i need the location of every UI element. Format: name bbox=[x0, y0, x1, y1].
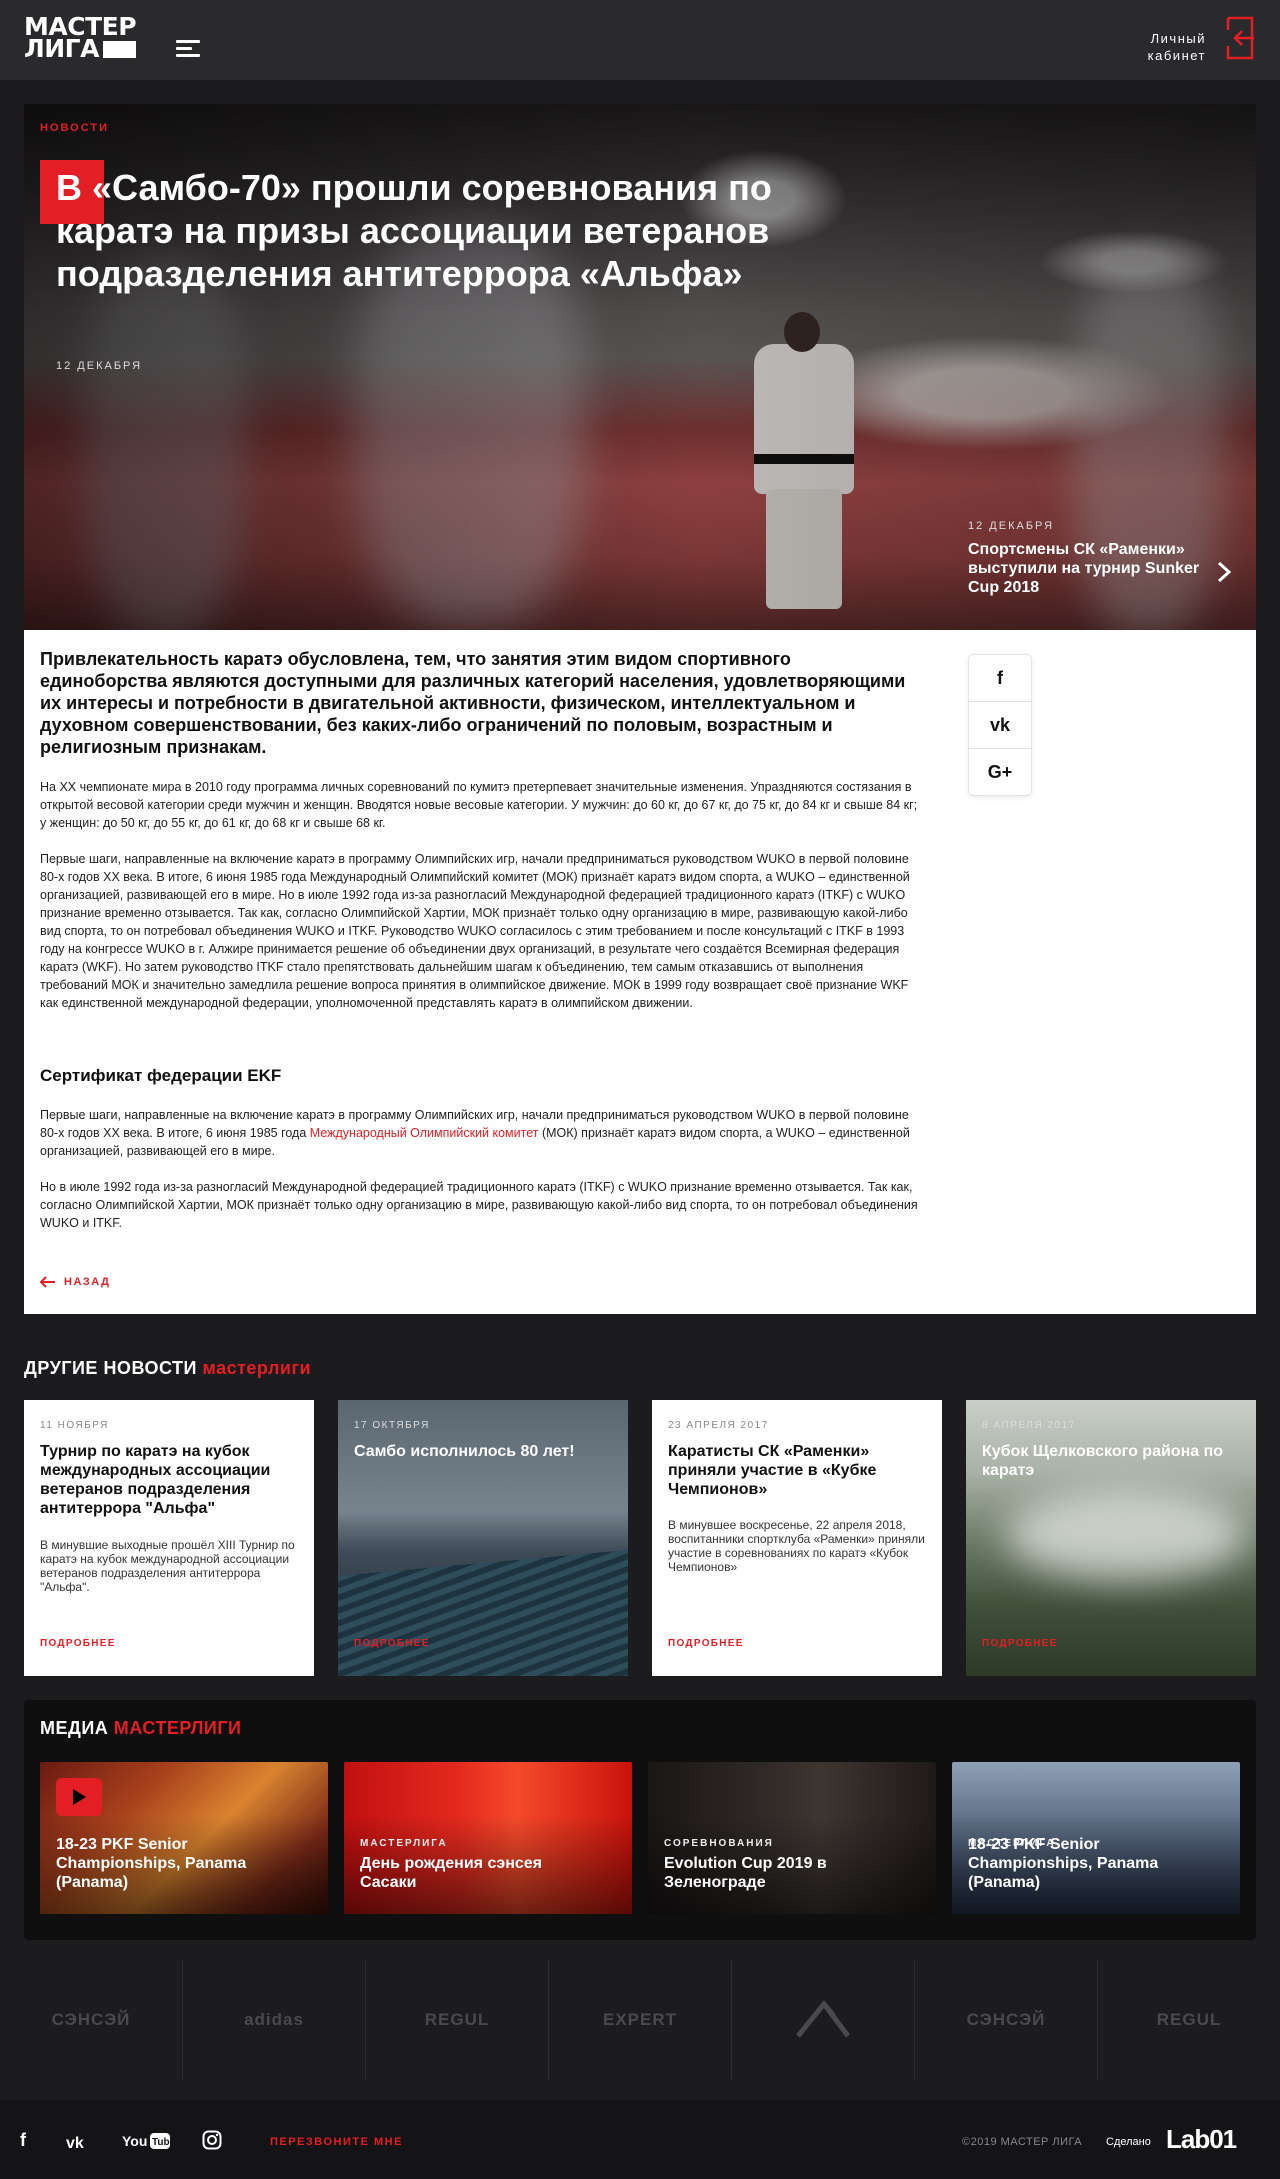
ioc-link[interactable]: Международный Олимпийский комитет bbox=[310, 1126, 539, 1140]
svg-text:You: You bbox=[122, 2133, 147, 2149]
callback-link[interactable]: ПЕРЕЗВОНИТЕ МНЕ bbox=[270, 2136, 403, 2148]
partner-logo[interactable]: СЭНСЭЙ bbox=[0, 1960, 183, 2080]
next-news-title[interactable]: Спортсмены СК «Раменки» выступили на тур… bbox=[968, 540, 1218, 597]
media-title: 18-23 PKF Senior Championships, Panama (… bbox=[56, 1836, 247, 1891]
vk-icon[interactable]: vk bbox=[66, 2134, 92, 2150]
article-lead: Привлекательность каратэ обусловлена, те… bbox=[40, 649, 906, 757]
site-logo[interactable]: МАСТЕР ЛИГА bbox=[24, 14, 137, 63]
cabinet-label-1: Личный bbox=[1150, 31, 1206, 46]
hero-banner[interactable]: НОВОСТИ В «Самбо-70» прошли соревнования… bbox=[24, 104, 1256, 630]
partner-logo[interactable]: СЭНСЭЙ bbox=[915, 1960, 1098, 2080]
logo-line2: ЛИГА bbox=[24, 34, 99, 63]
media-title: Evolution Cup 2019 в Зеленограде bbox=[664, 1855, 827, 1891]
news-title: Турнир по каратэ на кубок международных … bbox=[40, 1443, 271, 1517]
vk-share-icon[interactable]: vk bbox=[969, 702, 1031, 749]
site-footer: f vk You Tube ПЕРЕЗВОНИТЕ МНЕ ©2019 МАСТЕ… bbox=[0, 2100, 1280, 2179]
more-link[interactable]: ПОДРОБНЕЕ bbox=[354, 1638, 430, 1649]
media-category: МАСТЕРЛИГА bbox=[360, 1838, 448, 1849]
menu-icon[interactable] bbox=[176, 40, 200, 60]
partner-logo[interactable]: REGUL bbox=[366, 1960, 549, 2080]
more-link[interactable]: ПОДРОБНЕЕ bbox=[982, 1638, 1058, 1649]
back-link[interactable]: НАЗАД bbox=[40, 1276, 110, 1288]
hero-title: В «Самбо-70» прошли соревнования по кара… bbox=[56, 167, 772, 294]
partner-arrow-logo-icon bbox=[796, 2000, 850, 2038]
play-video-icon[interactable] bbox=[56, 1778, 102, 1816]
media-title: День рождения сэнсея Сасаки bbox=[360, 1855, 542, 1891]
copyright: ©2019 МАСТЕР ЛИГА bbox=[962, 2136, 1083, 2148]
next-news-date: 12 ДЕКАБРЯ bbox=[968, 520, 1055, 532]
article-paragraph: На XX чемпионате мира в 2010 году програ… bbox=[40, 780, 918, 830]
made-by-label: Сделано bbox=[1106, 2136, 1151, 2148]
media-card[interactable]: МАСТЕРЛИГА День рождения сэнсея Сасаки bbox=[344, 1762, 632, 1914]
certificate-heading: Сертификат федерации EKF bbox=[40, 1066, 282, 1085]
news-date: 11 НОЯБРЯ bbox=[40, 1420, 109, 1431]
media-card[interactable]: МАСТЕРЛИГА 18-23 PKF Senior Championship… bbox=[952, 1762, 1240, 1914]
more-link[interactable]: ПОДРОБНЕЕ bbox=[668, 1638, 744, 1649]
news-card[interactable]: 8 АПРЕЛЯ 2017 Кубок Щелковского района п… bbox=[966, 1400, 1256, 1676]
media-card[interactable]: СОРЕВНОВАНИЯ Evolution Cup 2019 в Зелено… bbox=[648, 1762, 936, 1914]
youtube-icon[interactable]: You Tube bbox=[122, 2130, 170, 2152]
media-heading: МЕДИА МАСТЕРЛИГИ bbox=[40, 1718, 242, 1738]
svg-text:vk: vk bbox=[66, 2135, 84, 2150]
chevron-right-icon[interactable] bbox=[1214, 560, 1234, 584]
media-category: СОРЕВНОВАНИЯ bbox=[664, 1838, 774, 1849]
partners-strip: СЭНСЭЙ adidas REGUL EXPERT СЭНСЭЙ REGUL bbox=[0, 1960, 1280, 2080]
media-card[interactable]: 18-23 PKF Senior Championships, Panama (… bbox=[40, 1762, 328, 1914]
other-news-heading: ДРУГИЕ НОВОСТИ мастерлиги bbox=[24, 1358, 312, 1378]
svg-text:Tube: Tube bbox=[152, 2137, 170, 2148]
news-card[interactable]: 17 ОКТЯБРЯ Самбо исполнилось 80 лет! ПОД… bbox=[338, 1400, 628, 1676]
googleplus-share-icon[interactable]: G+ bbox=[969, 749, 1031, 796]
top-header: МАСТЕР ЛИГА Личный кабинет bbox=[0, 0, 1280, 80]
news-date: 17 ОКТЯБРЯ bbox=[354, 1420, 430, 1431]
article-paragraph: Первые шаги, направленные на включение к… bbox=[40, 852, 910, 1010]
news-card[interactable]: 11 НОЯБРЯ Турнир по каратэ на кубок межд… bbox=[24, 1400, 314, 1676]
news-card[interactable]: 23 АПРЕЛЯ 2017 Каратисты СК «Раменки» пр… bbox=[652, 1400, 942, 1676]
more-link[interactable]: ПОДРОБНЕЕ bbox=[40, 1638, 116, 1649]
partner-logo[interactable]: EXPERT bbox=[549, 1960, 732, 2080]
facebook-icon[interactable]: f bbox=[20, 2130, 26, 2151]
news-date: 23 АПРЕЛЯ 2017 bbox=[668, 1420, 769, 1431]
news-title: Самбо исполнилось 80 лет! bbox=[354, 1443, 575, 1460]
partner-logo[interactable]: adidas bbox=[183, 1960, 366, 2080]
news-title: Каратисты СК «Раменки» приняли участие в… bbox=[668, 1443, 877, 1498]
hero-date: 12 ДЕКАБРЯ bbox=[56, 360, 143, 372]
studio-logo[interactable]: Lab01 bbox=[1166, 2124, 1237, 2155]
article-body: Привлекательность каратэ обусловлена, те… bbox=[24, 630, 1256, 1314]
login-icon[interactable] bbox=[1224, 16, 1256, 60]
news-excerpt: В минувшие выходные прошёл XIII Турнир п… bbox=[40, 1538, 295, 1594]
news-date: 8 АПРЕЛЯ 2017 bbox=[982, 1420, 1076, 1431]
share-panel: f vk G+ bbox=[968, 654, 1032, 796]
media-title: 18-23 PKF Senior Championships, Panama (… bbox=[968, 1836, 1159, 1891]
hero-category[interactable]: НОВОСТИ bbox=[40, 122, 109, 134]
partner-logo[interactable] bbox=[732, 1960, 915, 2080]
logo-bar bbox=[102, 40, 136, 58]
facebook-share-icon[interactable]: f bbox=[969, 655, 1031, 702]
news-title: Кубок Щелковского района по каратэ bbox=[982, 1443, 1224, 1479]
news-excerpt: В минувшее воскресенье, 22 апреля 2018, … bbox=[668, 1518, 925, 1574]
partner-logo[interactable]: REGUL bbox=[1098, 1960, 1280, 2080]
arrow-left-icon bbox=[40, 1276, 55, 1288]
personal-cabinet-link[interactable]: Личный кабинет bbox=[1148, 30, 1206, 64]
article-paragraph: Но в июле 1992 года из-за разногласий Ме… bbox=[40, 1180, 918, 1230]
instagram-icon[interactable] bbox=[202, 2130, 222, 2150]
cabinet-label-2: кабинет bbox=[1147, 48, 1206, 63]
article-paragraph: Первые шаги, направленные на включение к… bbox=[40, 1108, 910, 1158]
